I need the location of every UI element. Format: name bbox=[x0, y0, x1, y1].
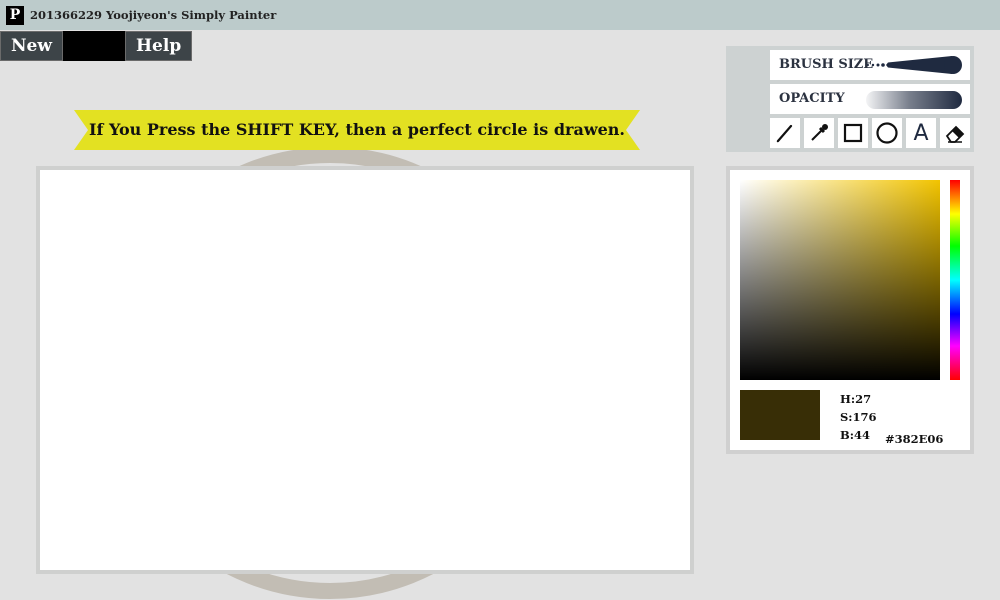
eyedropper-icon bbox=[811, 124, 828, 141]
text-icon: A bbox=[913, 120, 929, 146]
eraser-tool-button[interactable] bbox=[940, 118, 970, 148]
brightness-value: B:44 bbox=[840, 428, 870, 442]
opacity-control[interactable]: OPACITY bbox=[770, 84, 970, 114]
help-button[interactable]: Help bbox=[125, 31, 193, 61]
hint-banner: If You Press the SHIFT KEY, then a perfe… bbox=[74, 110, 640, 150]
menu-spacer bbox=[63, 31, 125, 61]
tool-panel: BRUSH SIZE OPACITY A bbox=[726, 46, 974, 152]
title-bar: P 201366229 Yoojiyeon's Simply Painter bbox=[0, 0, 1000, 30]
text-tool-button[interactable]: A bbox=[906, 118, 936, 148]
color-picker-panel: H:27 S:176 B:44 #382E06 bbox=[726, 166, 974, 454]
circle-icon bbox=[876, 122, 898, 144]
hint-text: If You Press the SHIFT KEY, then a perfe… bbox=[89, 120, 625, 139]
new-button[interactable]: New bbox=[0, 31, 63, 61]
pen-tool-button[interactable] bbox=[770, 118, 800, 148]
canvas-frame bbox=[36, 166, 694, 574]
opacity-label: OPACITY bbox=[779, 91, 845, 106]
circle-tool-button[interactable] bbox=[872, 118, 902, 148]
hue-value: H:27 bbox=[840, 392, 872, 406]
saturation-brightness-picker[interactable] bbox=[740, 180, 940, 380]
hue-slider[interactable] bbox=[950, 180, 960, 380]
brush-size-label: BRUSH SIZE bbox=[779, 57, 874, 72]
hex-color-value: #382E06 bbox=[885, 432, 944, 446]
window-title: 201366229 Yoojiyeon's Simply Painter bbox=[30, 8, 277, 22]
drawing-canvas[interactable] bbox=[40, 170, 690, 570]
rectangle-tool-button[interactable] bbox=[838, 118, 868, 148]
eraser-icon bbox=[945, 125, 965, 143]
current-color-swatch bbox=[740, 390, 820, 440]
brush-size-slider[interactable] bbox=[864, 56, 964, 74]
tool-buttons: A bbox=[770, 118, 970, 148]
saturation-value: S:176 bbox=[840, 410, 877, 424]
menu-bar: New Help bbox=[0, 31, 193, 61]
color-picker: H:27 S:176 B:44 #382E06 bbox=[730, 170, 970, 450]
pen-icon bbox=[776, 124, 793, 143]
app-logo: P bbox=[6, 6, 24, 25]
brush-size-control[interactable]: BRUSH SIZE bbox=[770, 50, 970, 80]
opacity-slider[interactable] bbox=[864, 90, 964, 110]
square-icon bbox=[843, 123, 863, 143]
eyedropper-tool-button[interactable] bbox=[804, 118, 834, 148]
